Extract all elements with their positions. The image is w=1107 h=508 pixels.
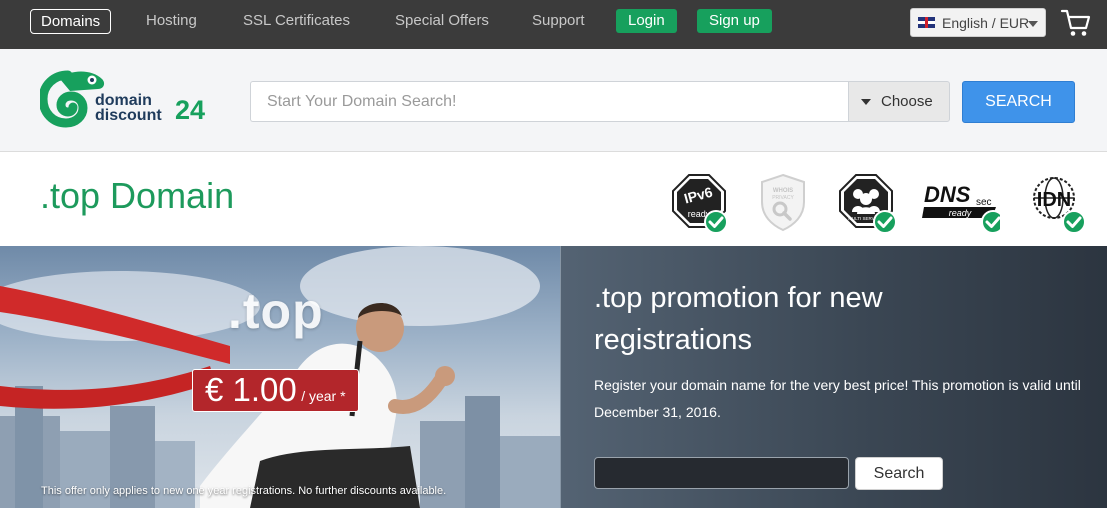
promo-title: .top promotion for new registrations — [594, 282, 883, 356]
multiple-servers-icon: MULTI SERVERS — [839, 174, 896, 234]
login-button[interactable]: Login — [616, 9, 677, 33]
logo-number: 24 — [175, 95, 206, 125]
hero-tld-label: .top — [228, 283, 324, 339]
domain-search-input[interactable]: Start Your Domain Search! — [250, 81, 848, 122]
nav-item-special-offers[interactable]: Special Offers — [395, 9, 489, 34]
search-button[interactable]: SEARCH — [962, 81, 1075, 123]
svg-text:WHOIS: WHOIS — [773, 188, 793, 194]
nav-item-domains[interactable]: Domains — [30, 9, 112, 34]
svg-text:DNS: DNS — [924, 182, 971, 207]
promo-description: Register your domain name for the very b… — [594, 377, 1081, 420]
idn-icon: IDN — [1033, 177, 1086, 234]
tld-choose-dropdown[interactable]: Choose — [848, 81, 950, 122]
check-icon — [873, 210, 896, 234]
price-suffix: / year * — [301, 388, 346, 404]
signup-button[interactable]: Sign up — [697, 9, 772, 33]
page-title: .top Domain — [40, 175, 235, 216]
price-amount: € 1.00 — [205, 371, 297, 408]
svg-text:ready: ready — [949, 208, 972, 218]
uk-flag-icon — [918, 17, 935, 28]
language-label: English / EUR — [942, 15, 1030, 31]
dnssec-ready-icon: DNS sec ready — [922, 182, 1000, 234]
ipv6-ready-icon: IPv6 ready — [672, 174, 728, 234]
svg-text:IDN: IDN — [1037, 189, 1071, 211]
chevron-down-icon — [1028, 21, 1038, 27]
svg-text:PRIVACY: PRIVACY — [772, 195, 794, 201]
site-header: domain discount 24 Start Your Domain Sea… — [0, 49, 1107, 152]
caret-down-icon — [861, 99, 871, 105]
logo[interactable]: domain discount 24 — [40, 69, 215, 131]
nav-item-ssl-certificates[interactable]: SSL Certificates — [243, 9, 350, 34]
price-badge: € 1.00 / year * — [192, 369, 359, 412]
whois-privacy-icon: WHOIS PRIVACY — [761, 173, 805, 232]
promo-search-button[interactable]: Search — [855, 457, 943, 490]
top-nav: Domains Hosting SSL Certificates Special… — [0, 0, 1107, 49]
offer-disclaimer: This offer only applies to new one year … — [41, 485, 447, 497]
logo-wordmark: domain discount — [95, 92, 162, 124]
choose-label: Choose — [881, 93, 933, 110]
nav-item-hosting[interactable]: Hosting — [146, 9, 197, 34]
check-icon — [704, 210, 728, 234]
svg-text:sec: sec — [976, 197, 992, 208]
check-icon — [1062, 210, 1086, 234]
promo-domain-input[interactable] — [594, 457, 849, 489]
language-currency-select[interactable]: English / EUR — [910, 8, 1046, 37]
nav-item-support[interactable]: Support — [532, 9, 585, 34]
cart-icon[interactable] — [1060, 8, 1092, 38]
